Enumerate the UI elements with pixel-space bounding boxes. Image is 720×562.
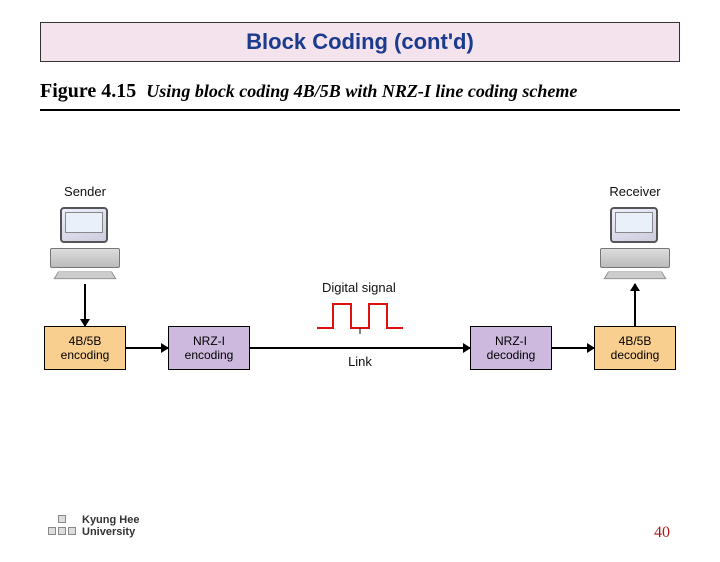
diagram-canvas: Sender Receiver 4B/5B encoding NRZ-I enc…	[40, 202, 680, 432]
sender-computer-icon: Sender	[50, 202, 120, 282]
figure-caption: Using block coding 4B/5B with NRZ-I line…	[146, 81, 577, 102]
figure-number: Figure 4.15	[40, 80, 136, 103]
link-label: Link	[340, 354, 380, 369]
block-nrzi-decoding: NRZ-I decoding	[470, 326, 552, 370]
block-line: decoding	[611, 348, 660, 362]
arrow-link	[250, 347, 470, 349]
block-line: decoding	[487, 348, 536, 362]
footer-logo: Kyung Hee University	[48, 514, 139, 538]
footer-university-name: Kyung Hee University	[82, 514, 139, 538]
block-4b5b-encoding: 4B/5B encoding	[44, 326, 126, 370]
block-line: encoding	[185, 348, 234, 362]
figure-header: Figure 4.15 Using block coding 4B/5B wit…	[40, 80, 680, 103]
arrow-b1-b2	[126, 347, 168, 349]
digital-signal-label: Digital signal	[322, 280, 396, 295]
divider	[40, 109, 680, 111]
footer-line: University	[82, 526, 139, 538]
university-logo-icon	[48, 515, 76, 537]
arrow-receiver-up	[634, 284, 636, 326]
arrow-b3-b4	[552, 347, 594, 349]
receiver-computer-icon: Receiver	[600, 202, 670, 282]
page-number: 40	[654, 524, 670, 542]
block-line: 4B/5B	[69, 334, 102, 348]
block-line: NRZ-I	[193, 334, 225, 348]
digital-signal-wave-icon	[315, 298, 405, 334]
sender-label: Sender	[50, 184, 120, 199]
arrow-sender-down	[84, 284, 86, 326]
slide-title: Block Coding (cont'd)	[246, 29, 474, 54]
slide-title-bar: Block Coding (cont'd)	[40, 22, 680, 62]
block-line: NRZ-I	[495, 334, 527, 348]
block-line: encoding	[61, 348, 110, 362]
block-line: 4B/5B	[619, 334, 652, 348]
block-nrzi-encoding: NRZ-I encoding	[168, 326, 250, 370]
receiver-label: Receiver	[600, 184, 670, 199]
block-4b5b-decoding: 4B/5B decoding	[594, 326, 676, 370]
footer-line: Kyung Hee	[82, 514, 139, 526]
